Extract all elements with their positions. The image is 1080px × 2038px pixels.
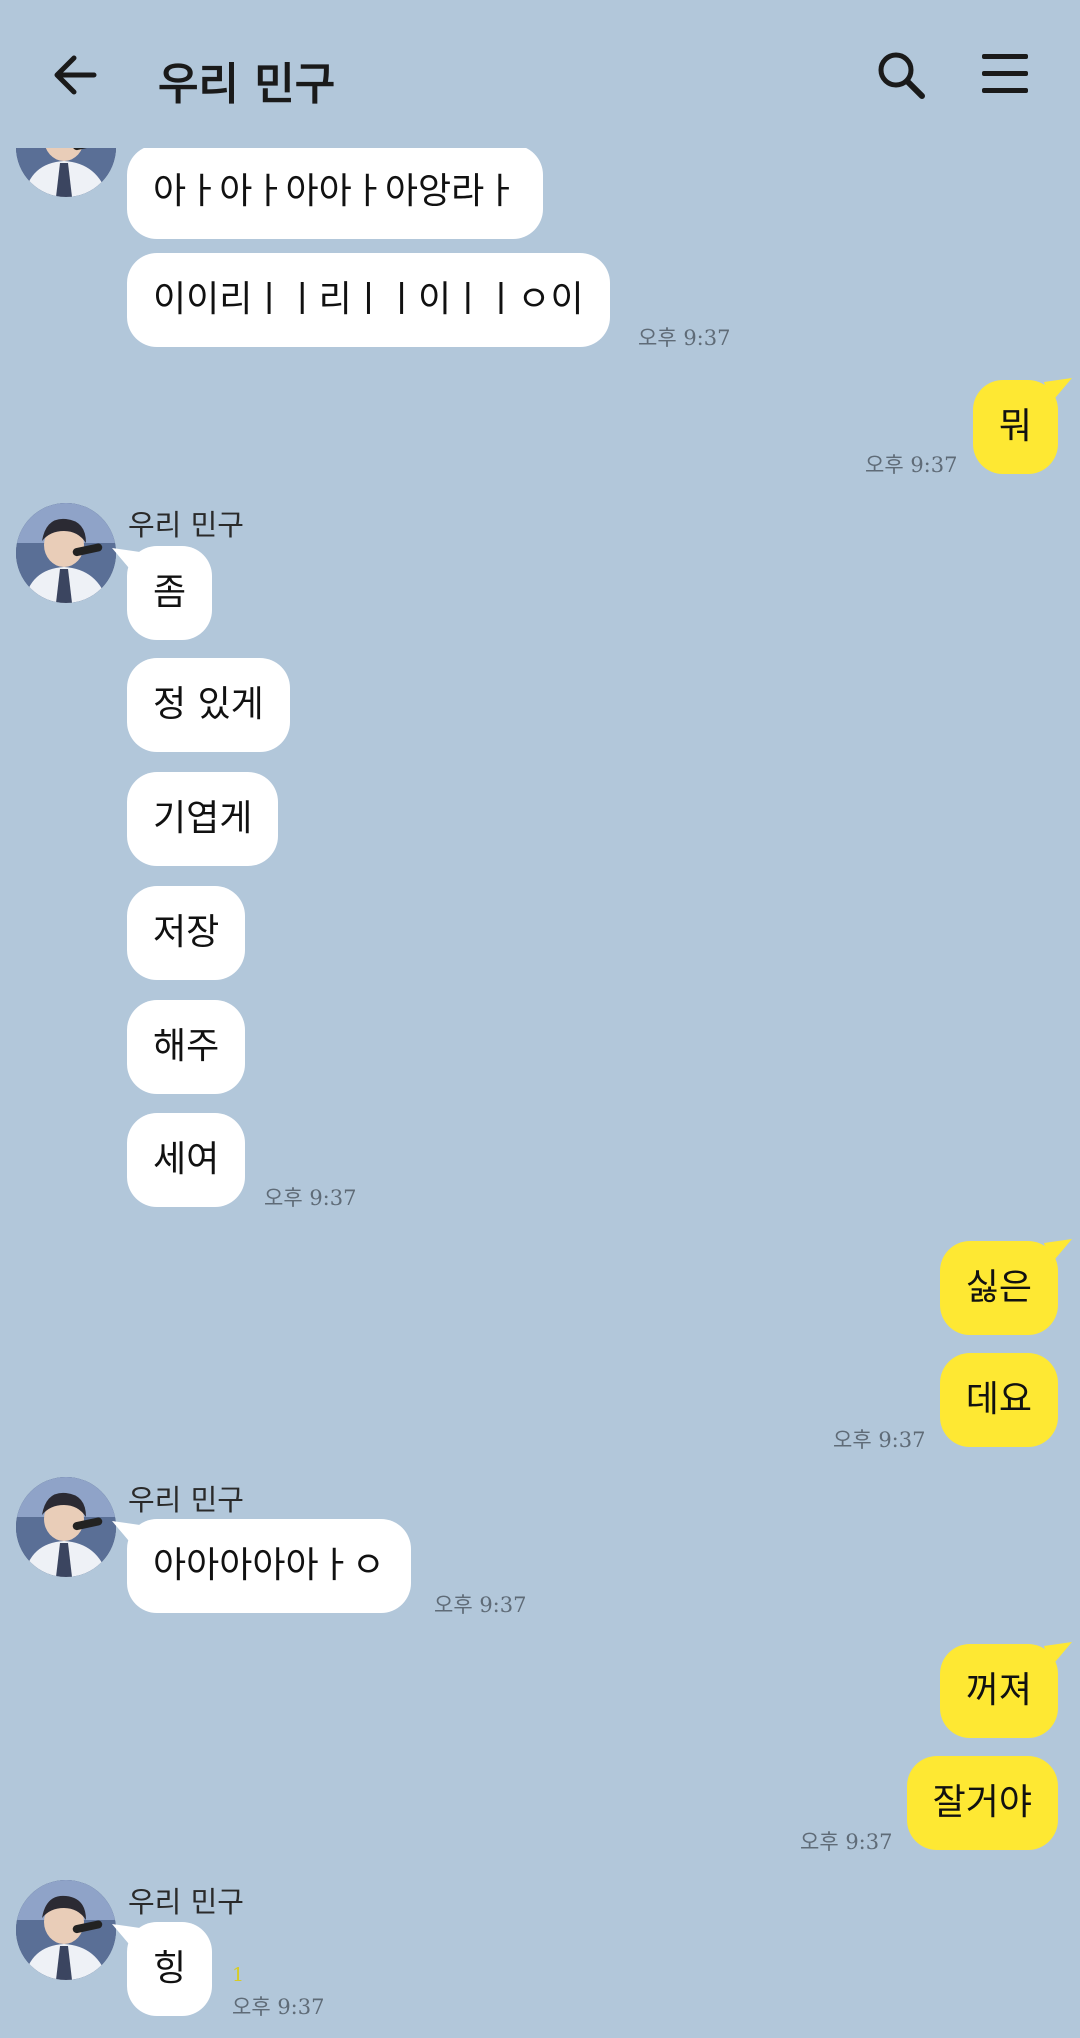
bubble-tail-icon	[1044, 378, 1072, 404]
chat-title: 우리 민구	[158, 59, 336, 110]
message-timestamp: 오후 9:37	[434, 1593, 527, 1617]
incoming-message-bubble[interactable]: 정 있게	[127, 658, 290, 752]
message-timestamp: 오후 9:37	[638, 326, 731, 350]
friend-avatar[interactable]	[16, 503, 116, 603]
message-timestamp: 오후 9:37	[865, 453, 958, 477]
friend-avatar-image	[16, 503, 116, 603]
sender-name: 우리 민구	[128, 508, 244, 542]
message-timestamp: 오후 9:37	[232, 1995, 325, 2019]
incoming-message-bubble[interactable]: 아아아아아ㅏㅇ	[127, 1519, 411, 1613]
search-icon[interactable]	[876, 50, 926, 100]
incoming-message-bubble[interactable]: 좀	[127, 546, 213, 640]
outgoing-message-bubble[interactable]: 데요	[939, 1353, 1058, 1447]
incoming-message-bubble[interactable]: 힝	[127, 1922, 213, 2016]
message-timestamp: 오후 9:37	[833, 1428, 926, 1452]
incoming-message-bubble[interactable]: 기엽게	[127, 772, 279, 866]
sender-name: 우리 민구	[128, 1885, 244, 1919]
incoming-message-bubble[interactable]: 아ㅏ아ㅏ아아ㅏ아앙라ㅏ	[127, 145, 544, 239]
incoming-message-bubble[interactable]: 세여	[127, 1113, 246, 1207]
incoming-message-bubble[interactable]: 이이리ㅣㅣ리ㅣㅣ이ㅣㅣㅇ이	[127, 253, 610, 347]
menu-icon[interactable]	[980, 52, 1030, 96]
friend-avatar[interactable]	[16, 1477, 116, 1577]
outgoing-message-bubble[interactable]: 싫은	[939, 1241, 1058, 1335]
outgoing-message-bubble[interactable]: 꺼져	[939, 1644, 1058, 1738]
unread-count: 1	[232, 1964, 245, 1986]
chat-header: 우리 민구	[0, 0, 1080, 148]
sender-name: 우리 민구	[128, 1483, 244, 1517]
back-arrow-icon[interactable]	[52, 52, 98, 98]
message-timestamp: 오후 9:37	[264, 1186, 357, 1210]
friend-avatar-image	[16, 1477, 116, 1577]
friend-avatar-image	[16, 1880, 116, 1980]
friend-avatar[interactable]	[16, 1880, 116, 1980]
incoming-message-bubble[interactable]: 저장	[127, 886, 246, 980]
chat-message-list[interactable]: 아ㅏ아ㅏ아아ㅏ아앙라ㅏ 이이리ㅣㅣ리ㅣㅣ이ㅣㅣㅇ이 오후 9:37 뭐 오후 9…	[0, 0, 1080, 2038]
bubble-tail-icon	[1044, 1642, 1072, 1668]
bubble-tail-icon	[1044, 1239, 1072, 1265]
outgoing-message-bubble[interactable]: 잘거야	[906, 1756, 1058, 1850]
incoming-message-bubble[interactable]: 해주	[127, 1000, 246, 1094]
message-timestamp: 오후 9:37	[800, 1830, 893, 1854]
